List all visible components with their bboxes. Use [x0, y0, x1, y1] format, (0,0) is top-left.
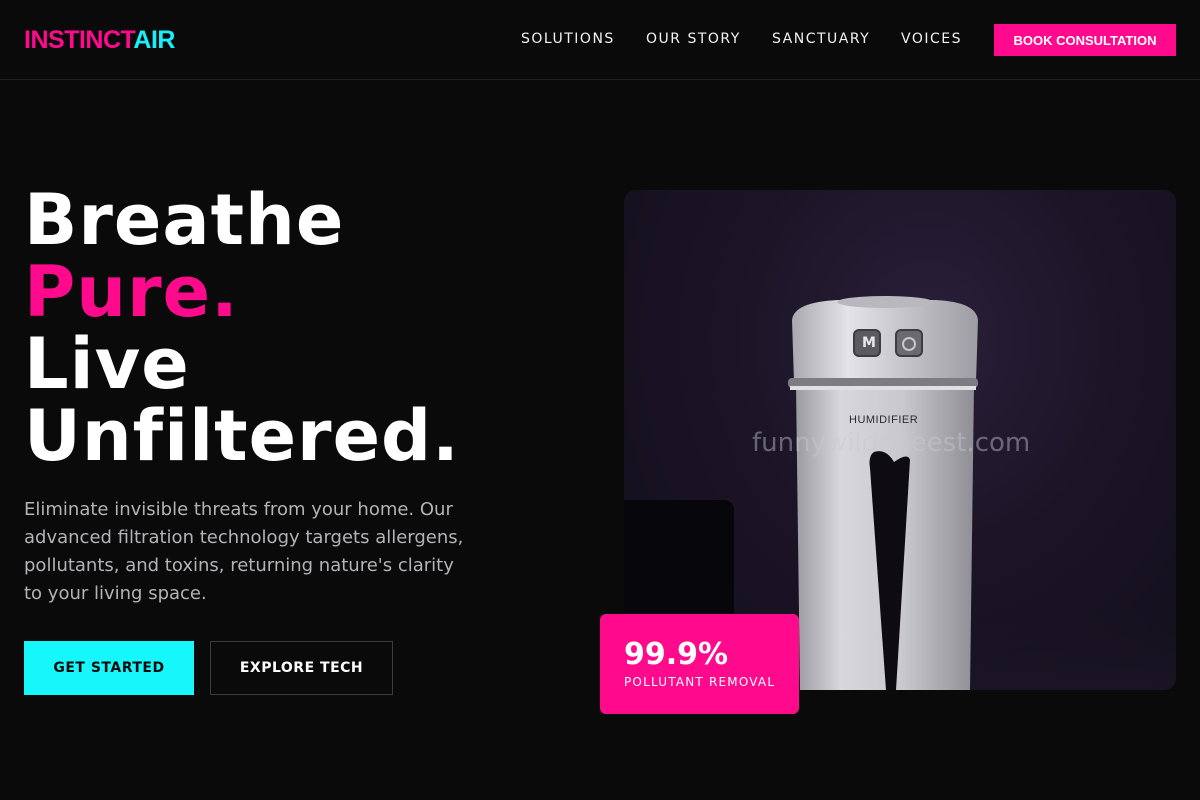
brand-logo[interactable]: INSTINCTAIR	[24, 26, 175, 54]
device-brand-label: HUMIDIFIER	[849, 414, 919, 426]
book-consultation-button[interactable]: BOOK CONSULTATION	[994, 24, 1176, 56]
stat-value: 99.9%	[624, 637, 729, 672]
stat-label: POLLUTANT REMOVAL	[624, 675, 776, 689]
nav-link-voices[interactable]: VOICES	[901, 30, 962, 48]
explore-tech-button[interactable]: EXPLORE TECH	[210, 641, 393, 695]
light-button-icon	[895, 329, 923, 357]
headline-line-breathe: Breathe	[24, 179, 345, 261]
hero-description: Eliminate invisible threats from your ho…	[24, 499, 464, 604]
headline-line-unfiltered: Unfiltered.	[24, 395, 460, 477]
headline-line-pure: Pure.	[24, 251, 239, 333]
logo-text-instinct: INSTINCT	[24, 26, 134, 54]
hero-headline: Breathe Pure. Live Unfiltered.	[24, 184, 460, 472]
headline-line-live: Live	[24, 323, 190, 405]
nav-link-solutions[interactable]: SOLUTIONS	[521, 30, 615, 48]
site-header: INSTINCTAIR SOLUTIONS OUR STORY SANCTUAR…	[0, 0, 1200, 80]
image-watermark: funnywildebeest.com	[752, 428, 1031, 458]
logo-text-air: AIR	[133, 26, 175, 54]
get-started-button[interactable]: GET STARTED	[24, 641, 194, 695]
stat-card: 99.9% POLLUTANT REMOVAL	[600, 614, 799, 714]
nav-link-sanctuary[interactable]: SANCTUARY	[772, 30, 870, 48]
nav-link-our-story[interactable]: OUR STORY	[646, 30, 741, 48]
device-mode-label: M	[862, 335, 876, 351]
